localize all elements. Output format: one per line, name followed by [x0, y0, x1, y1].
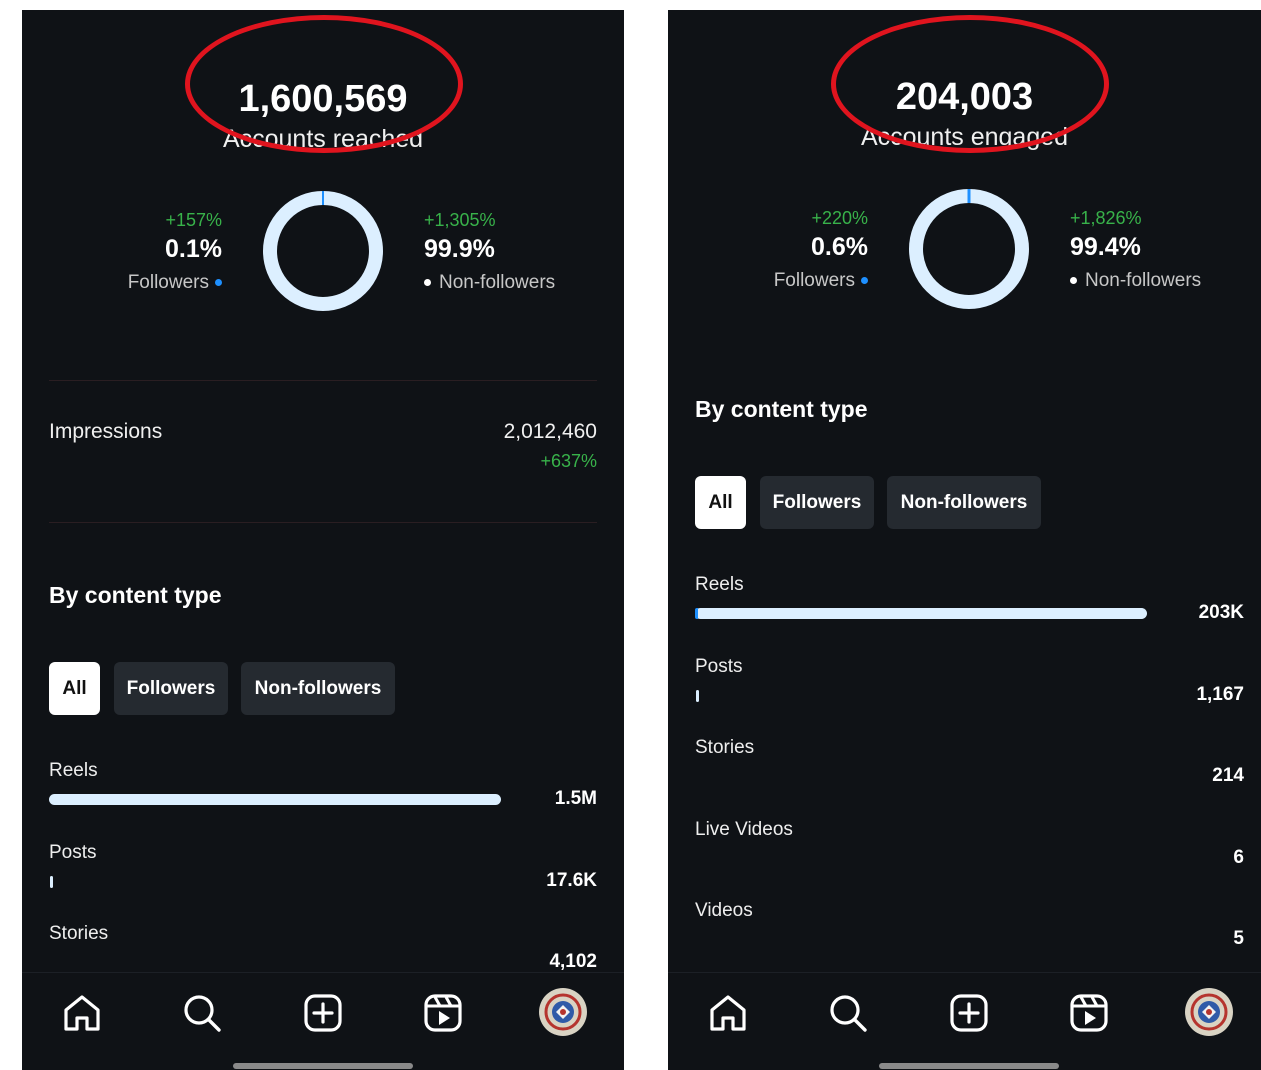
content-type-bar: [50, 876, 53, 888]
followers-percent: 0.1%: [165, 235, 222, 263]
content-type-label: Posts: [695, 656, 743, 677]
content-type-label: Posts: [49, 842, 97, 863]
content-type-value: 4,102: [549, 951, 597, 972]
non-followers-stat: +1,305% 99.9% Non-followers: [424, 210, 624, 294]
content-type-bar: [49, 794, 501, 805]
non-followers-dot-icon: [424, 279, 431, 287]
impressions-label: Impressions: [49, 420, 163, 443]
followers-change: +220%: [811, 208, 868, 228]
filter-all-chip[interactable]: All: [695, 476, 746, 529]
home-indicator: [233, 1063, 413, 1069]
content-type-value: 214: [1212, 765, 1244, 786]
home-indicator: [879, 1063, 1059, 1069]
reach-donut-chart: [263, 191, 383, 311]
non-followers-ring: [909, 189, 1029, 309]
non-followers-percent: 99.4%: [1070, 233, 1141, 261]
followers-change: +157%: [165, 210, 222, 230]
create-icon[interactable]: [301, 991, 345, 1035]
reels-icon[interactable]: [421, 991, 465, 1035]
reels-icon[interactable]: [1067, 991, 1111, 1035]
search-icon[interactable]: [180, 991, 224, 1035]
filter-all-chip[interactable]: All: [49, 662, 100, 715]
content-type-value: 6: [1233, 847, 1244, 868]
content-type-value: 17.6K: [546, 870, 597, 891]
impressions-change: +637%: [540, 451, 597, 471]
content-type-bar: [695, 608, 1147, 619]
content-type-value: 5: [1233, 928, 1244, 949]
non-followers-stat: +1,826% 99.4% Non-followers: [1070, 208, 1261, 292]
filter-followers-chip[interactable]: Followers: [114, 662, 228, 715]
highlight-oval: [831, 15, 1109, 153]
content-type-label: Stories: [695, 737, 755, 758]
non-followers-dot-icon: [1070, 277, 1077, 285]
profile-avatar[interactable]: [1185, 988, 1233, 1036]
followers-stat: +220% 0.6% Followers: [668, 208, 868, 292]
highlight-oval: [185, 15, 463, 153]
followers-stat: +157% 0.1% Followers: [22, 210, 222, 294]
divider: [49, 522, 597, 523]
non-followers-label: Non-followers: [439, 272, 556, 293]
home-icon[interactable]: [706, 991, 750, 1035]
followers-bar-segment: [695, 608, 698, 619]
non-followers-ring: [263, 191, 383, 311]
followers-dot-icon: [861, 277, 868, 285]
bottom-nav: [22, 972, 624, 1070]
filter-followers-chip[interactable]: Followers: [760, 476, 874, 529]
content-type-value: 1,167: [1196, 684, 1244, 705]
filter-non-followers-chip[interactable]: Non-followers: [241, 662, 395, 715]
non-followers-change: +1,305%: [424, 210, 496, 230]
content-type-label: Videos: [695, 900, 753, 921]
content-type-value: 203K: [1198, 602, 1244, 623]
insights-screen-reached: 1,600,569 Accounts reached +157% 0.1% Fo…: [22, 10, 624, 1070]
content-type-label: Reels: [695, 574, 744, 595]
content-type-label: Reels: [49, 760, 98, 781]
divider: [49, 380, 597, 381]
section-title: By content type: [49, 582, 222, 608]
followers-label: Followers: [127, 272, 209, 293]
content-type-label: Stories: [49, 923, 109, 944]
create-icon[interactable]: [947, 991, 991, 1035]
followers-dot-icon: [215, 279, 222, 287]
engaged-donut-chart: [909, 189, 1029, 309]
content-type-value: 1.5M: [554, 788, 597, 809]
content-type-label: Live Videos: [695, 819, 793, 840]
non-followers-label: Non-followers: [1085, 270, 1202, 291]
non-followers-percent: 99.9%: [424, 235, 495, 263]
non-followers-change: +1,826%: [1070, 208, 1142, 228]
search-icon[interactable]: [826, 991, 870, 1035]
home-icon[interactable]: [60, 991, 104, 1035]
insights-screen-engaged: 204,003 Accounts engaged +220% 0.6% Foll…: [668, 10, 1261, 1070]
profile-avatar[interactable]: [539, 988, 587, 1036]
section-title: By content type: [695, 396, 868, 422]
filter-non-followers-chip[interactable]: Non-followers: [887, 476, 1041, 529]
followers-label: Followers: [773, 270, 855, 291]
followers-percent: 0.6%: [811, 233, 868, 261]
content-type-bar: [696, 690, 699, 702]
bottom-nav: [668, 972, 1261, 1070]
impressions-value: 2,012,460: [503, 420, 597, 443]
